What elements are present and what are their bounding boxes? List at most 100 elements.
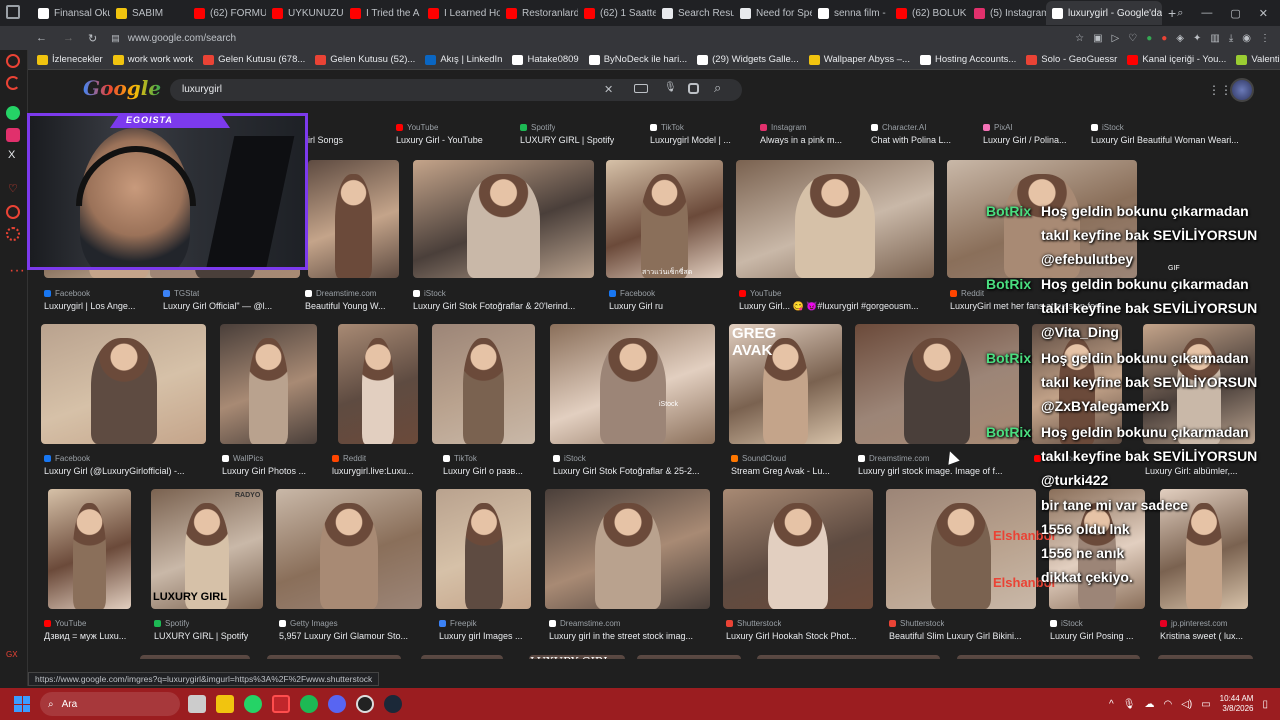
bookmark-item[interactable]: Akış | LinkedIn bbox=[420, 54, 507, 65]
bookmark-item[interactable]: Hatake0809 bbox=[507, 54, 583, 65]
notifications-icon[interactable]: ▯ bbox=[1262, 699, 1268, 710]
mic-tray-icon[interactable]: 🎙 bbox=[1123, 699, 1136, 710]
tab-5[interactable]: I Learned Ho bbox=[422, 3, 500, 23]
sidebar-icon[interactable]: ▥ bbox=[1210, 33, 1219, 44]
battery-icon[interactable]: ▭ bbox=[1201, 699, 1210, 710]
result-source[interactable]: Spotify bbox=[520, 123, 555, 132]
result-caption[interactable]: Luxury Girl (@LuxuryGirlofficial) -... bbox=[44, 466, 185, 476]
result-source[interactable]: WallPics bbox=[222, 454, 263, 463]
result-caption[interactable]: LUXURY GIRL | Spotify bbox=[154, 631, 248, 641]
result-thumbnail[interactable] bbox=[1158, 655, 1253, 659]
tab-11[interactable]: (62) BOLUK bbox=[890, 3, 968, 23]
result-caption[interactable]: Luxury Girl Stok Fotoğraflar & 25-2... bbox=[553, 466, 700, 476]
result-caption[interactable]: Luxury girl in the street stock imag... bbox=[549, 631, 693, 641]
result-thumbnail[interactable] bbox=[48, 489, 131, 609]
tab-10[interactable]: senna film - bbox=[812, 3, 890, 23]
reload-icon[interactable]: ↻ bbox=[88, 32, 97, 45]
result-thumbnail[interactable] bbox=[41, 324, 206, 444]
result-caption[interactable]: luxurygirl.live:Luxu... bbox=[332, 466, 414, 476]
tab-4[interactable]: I Tried the A bbox=[344, 3, 422, 23]
refresh-icon[interactable] bbox=[6, 76, 20, 90]
result-caption[interactable]: Beautiful Young W... bbox=[305, 301, 386, 311]
keyboard-icon[interactable] bbox=[634, 84, 648, 93]
result-source[interactable]: iStock bbox=[413, 289, 446, 298]
result-caption[interactable]: Дзвид = муж Luxu... bbox=[44, 631, 126, 641]
result-caption[interactable]: Luxury Girl Hookah Stock Phot... bbox=[726, 631, 857, 641]
menu-icon[interactable]: ⋮ bbox=[1260, 33, 1270, 44]
back-icon[interactable]: ← bbox=[36, 32, 47, 44]
tab-13[interactable]: luxurygirl - Google'da A✕ bbox=[1046, 1, 1162, 25]
whatsapp-icon[interactable] bbox=[6, 106, 20, 120]
result-caption[interactable]: Luxury Girl Official" — @l... bbox=[163, 301, 272, 311]
result-caption[interactable]: Luxury Girl: albümler,... bbox=[1145, 466, 1238, 476]
taskbar-search[interactable]: ⌕ Ara bbox=[40, 692, 180, 716]
forward-icon[interactable]: → bbox=[63, 32, 74, 44]
start-icon[interactable] bbox=[14, 696, 30, 712]
bookmark-item[interactable]: Hosting Accounts... bbox=[915, 54, 1021, 65]
network-icon[interactable]: ◠ bbox=[1163, 699, 1172, 710]
tab-7[interactable]: (62) 1 Saatte bbox=[578, 3, 656, 23]
bookmark-item[interactable]: work work work bbox=[108, 54, 198, 65]
x-icon[interactable]: X bbox=[8, 149, 15, 161]
bookmark-item[interactable]: Valentine's Day Pr... bbox=[1231, 54, 1280, 65]
apps-icon[interactable]: ⋮⋮ bbox=[1208, 83, 1232, 97]
bookmark-item[interactable]: ByNoDeck ile hari... bbox=[584, 54, 692, 65]
result-thumbnail[interactable] bbox=[606, 160, 723, 278]
bookmark-item[interactable]: Gelen Kutusu (678... bbox=[198, 54, 310, 65]
result-caption[interactable]: Luxury Girl Stok Fotoğraflar & 20'lerind… bbox=[413, 301, 575, 311]
search-tabs-icon[interactable]: ⌕ bbox=[1177, 7, 1183, 20]
result-source[interactable]: iStock bbox=[553, 454, 586, 463]
more-icon[interactable]: ··· bbox=[9, 262, 25, 280]
result-thumbnail[interactable] bbox=[413, 160, 594, 278]
result-thumbnail[interactable] bbox=[436, 489, 531, 609]
search-icon[interactable]: ⌕ bbox=[714, 80, 721, 96]
tab-12[interactable]: (5) Instagram bbox=[968, 3, 1046, 23]
url-input[interactable]: www.google.com/search bbox=[128, 33, 236, 44]
whatsapp-taskbar-icon[interactable] bbox=[244, 695, 262, 713]
result-source[interactable]: SoundCloud bbox=[731, 454, 786, 463]
puzzle-icon[interactable]: ✦ bbox=[1193, 33, 1201, 44]
messenger-icon[interactable] bbox=[6, 54, 20, 68]
close-icon[interactable]: ✕ bbox=[1259, 7, 1268, 20]
steam-icon[interactable] bbox=[384, 695, 402, 713]
result-source[interactable]: TikTok bbox=[650, 123, 684, 132]
result-thumbnail[interactable] bbox=[338, 324, 418, 444]
clock[interactable]: 10:44 AM 3/8/2026 bbox=[1220, 694, 1254, 714]
result-thumbnail[interactable] bbox=[220, 324, 317, 444]
clear-icon[interactable]: ✕ bbox=[604, 83, 613, 96]
site-info-icon[interactable]: ▤ bbox=[111, 33, 120, 44]
bookmark-item[interactable]: İzlenecekler bbox=[32, 54, 108, 65]
result-source[interactable]: iStock bbox=[1050, 619, 1083, 628]
result-source[interactable]: YouTube bbox=[44, 619, 86, 628]
result-caption[interactable]: LUXURY GIRL | Spotify bbox=[520, 135, 614, 145]
profile-icon[interactable]: ● bbox=[1146, 33, 1152, 44]
result-caption[interactable]: Beautiful Slim Luxury Girl Bikini... bbox=[889, 631, 1022, 641]
result-caption[interactable]: Luxury girl stock image. Image of f... bbox=[858, 466, 1003, 476]
calculator-icon[interactable] bbox=[188, 695, 206, 713]
result-caption[interactable]: Always in a pink m... bbox=[760, 135, 842, 145]
download-icon[interactable]: ⤓ bbox=[1229, 33, 1233, 44]
lens-icon[interactable] bbox=[688, 83, 699, 94]
result-source[interactable]: Shutterstock bbox=[889, 619, 944, 628]
spotify-icon[interactable] bbox=[300, 695, 318, 713]
result-caption[interactable]: Luxury girl Images ... bbox=[439, 631, 523, 641]
bookmark-item[interactable]: Gelen Kutusu (52)... bbox=[310, 54, 420, 65]
result-source[interactable]: Dreamstime.com bbox=[549, 619, 620, 628]
result-thumbnail[interactable] bbox=[545, 489, 710, 609]
result-thumbnail[interactable] bbox=[886, 489, 1036, 609]
result-source[interactable]: Getty Images bbox=[279, 619, 338, 628]
result-thumbnail[interactable] bbox=[757, 655, 940, 659]
discord-icon[interactable] bbox=[328, 695, 346, 713]
result-thumbnail[interactable] bbox=[957, 655, 1140, 659]
result-source[interactable]: iStock bbox=[1091, 123, 1124, 132]
result-caption[interactable]: Luxury Girl / Polina... bbox=[983, 135, 1067, 145]
minimize-icon[interactable]: — bbox=[1201, 7, 1212, 20]
result-caption[interactable]: Luxury Girl Posing ... bbox=[1050, 631, 1134, 641]
result-source[interactable]: Spotify bbox=[154, 619, 189, 628]
result-caption[interactable]: irl Songs bbox=[308, 135, 343, 145]
settings-icon[interactable] bbox=[6, 227, 20, 241]
bookmark-item[interactable]: Kanal içeriği - You... bbox=[1122, 54, 1231, 65]
result-source[interactable]: Character.AI bbox=[871, 123, 926, 132]
result-thumbnail[interactable] bbox=[276, 489, 422, 609]
tab-search-icon[interactable]: ▣ bbox=[1093, 33, 1102, 44]
